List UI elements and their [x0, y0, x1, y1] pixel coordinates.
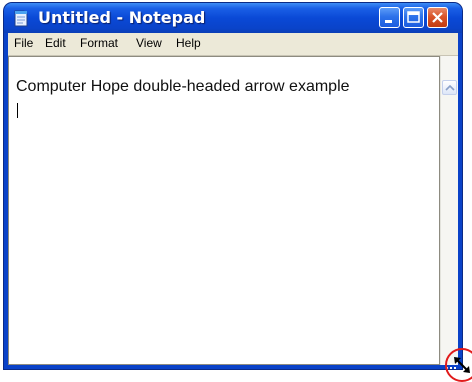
- close-button[interactable]: [427, 7, 448, 28]
- menu-help[interactable]: Help: [176, 36, 201, 50]
- text-editor[interactable]: Computer Hope double-headed arrow exampl…: [8, 56, 440, 365]
- menu-format[interactable]: Format: [80, 36, 118, 50]
- double-headed-arrow-icon: [454, 357, 470, 373]
- vertical-scrollbar[interactable]: [440, 56, 458, 365]
- menu-bar: File Edit Format View Help: [8, 33, 458, 56]
- window-title: Untitled - Notepad: [38, 8, 206, 27]
- menu-file[interactable]: File: [14, 36, 33, 50]
- maximize-button[interactable]: [403, 7, 424, 28]
- minimize-icon: [385, 20, 392, 23]
- menu-view[interactable]: View: [136, 36, 162, 50]
- title-bar[interactable]: Untitled - Notepad: [4, 3, 462, 33]
- editor-text: Computer Hope double-headed arrow exampl…: [16, 78, 350, 95]
- chevron-up-icon: [445, 84, 455, 91]
- notepad-window: Untitled - Notepad File Edit Format View…: [4, 3, 462, 369]
- text-caret: [17, 103, 18, 118]
- notepad-icon: [14, 10, 28, 27]
- maximize-icon: [407, 11, 420, 23]
- menu-edit[interactable]: Edit: [45, 36, 66, 50]
- close-icon: [432, 12, 443, 23]
- minimize-button[interactable]: [379, 7, 400, 28]
- scroll-up-button[interactable]: [442, 80, 457, 95]
